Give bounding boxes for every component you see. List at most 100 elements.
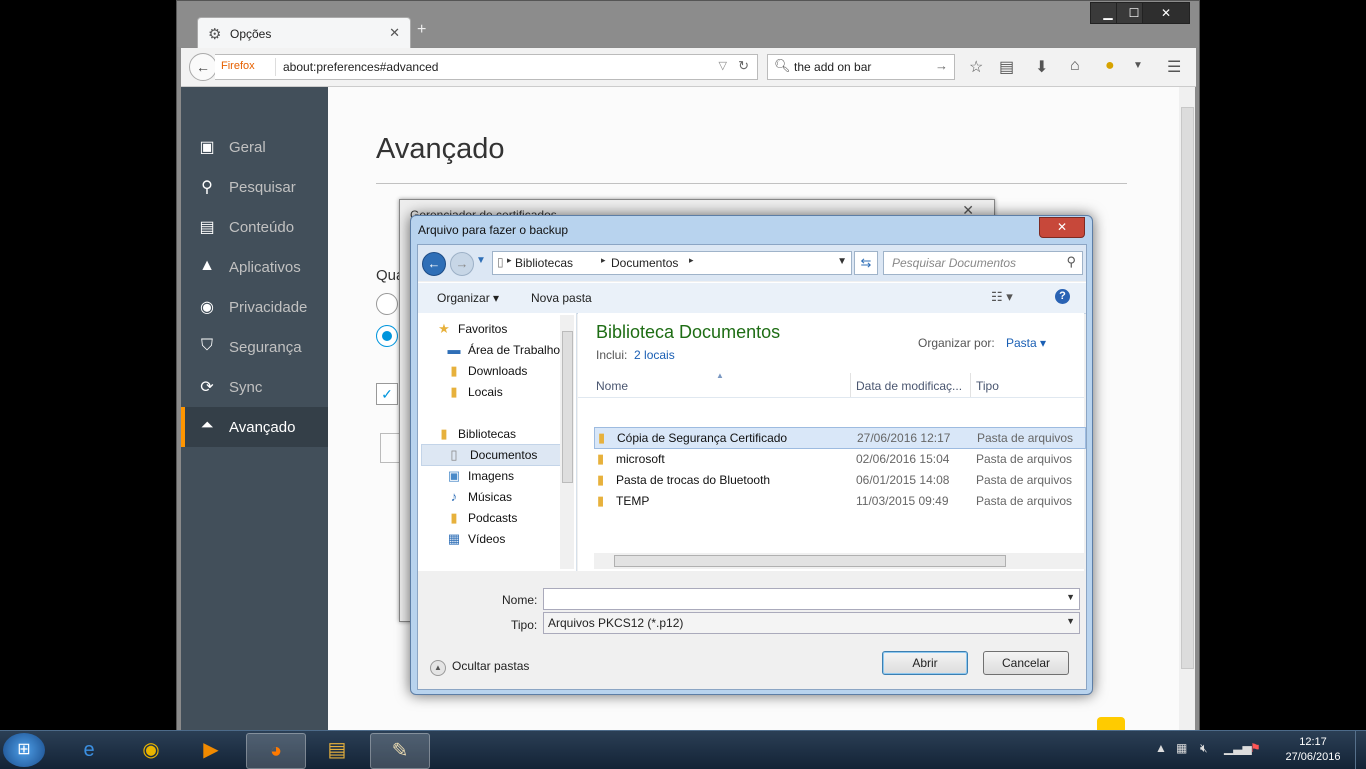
- back-button[interactable]: ←: [189, 53, 217, 81]
- network-signal-icon[interactable]: ▁▃▅: [1224, 741, 1252, 755]
- new-tab-icon[interactable]: +: [417, 21, 426, 39]
- radio-option-2[interactable]: [376, 325, 398, 347]
- breadcrumb-item[interactable]: Documentos: [611, 256, 678, 270]
- bookmark-star-icon[interactable]: ☆: [969, 57, 983, 77]
- arrange-by-dropdown[interactable]: Pasta ▾: [1006, 336, 1046, 350]
- chevron-down-icon[interactable]: ▼: [837, 256, 847, 267]
- sidebar-item-privacidade[interactable]: ◉ Privacidade: [181, 287, 328, 327]
- help-icon[interactable]: ?: [1055, 289, 1070, 304]
- sidebar-item-seguranca[interactable]: ⛉ Segurança: [181, 327, 328, 367]
- radio-option-1[interactable]: [376, 293, 398, 315]
- navigation-scrollbar[interactable]: [560, 315, 574, 569]
- library-title: Biblioteca Documentos: [596, 322, 781, 342]
- sidebar-item-avancado[interactable]: ⏶ Avançado: [181, 407, 328, 447]
- forward-arrow-icon[interactable]: →: [450, 252, 474, 276]
- file-row[interactable]: ▮ Cópia de Segurança Certificado 27/06/2…: [594, 427, 1086, 449]
- cancel-button[interactable]: Cancelar: [983, 651, 1069, 675]
- column-header-name[interactable]: Nome: [596, 379, 628, 393]
- extension-icon[interactable]: ●: [1105, 57, 1115, 75]
- paint-icon[interactable]: ✎: [370, 733, 430, 769]
- volume-muted-icon[interactable]: 🔇︎: [1200, 741, 1208, 756]
- start-button[interactable]: ⊞: [3, 733, 45, 767]
- file-type-select[interactable]: Arquivos PKCS12 (*.p12) ▼: [543, 612, 1080, 634]
- hide-folders-button[interactable]: ▲ Ocultar pastas: [430, 659, 529, 676]
- sidebar-item-pesquisar[interactable]: ⚲ Pesquisar: [181, 167, 328, 207]
- tree-item-documentos[interactable]: ▯ Documentos: [421, 444, 565, 466]
- chevron-down-icon[interactable]: ▼: [1066, 616, 1075, 626]
- explorer-folder-icon[interactable]: ▤: [308, 733, 366, 767]
- tree-label: Músicas: [468, 490, 513, 504]
- back-arrow-icon[interactable]: ←: [422, 252, 446, 276]
- search-input[interactable]: Pesquisar Documentos ⚲: [883, 251, 1083, 275]
- refresh-button[interactable]: ⇆: [854, 251, 878, 275]
- search-bar[interactable]: 🔍︎ the add on bar →: [767, 54, 955, 80]
- view-options-icon[interactable]: ☷ ▾: [991, 289, 1013, 305]
- page-title: Avançado: [376, 133, 505, 165]
- sidebar-item-sync[interactable]: ⟳ Sync: [181, 367, 328, 407]
- internet-explorer-icon[interactable]: e: [60, 733, 118, 767]
- scrollbar-thumb[interactable]: [562, 331, 573, 483]
- nav-toolbar: ← Firefox about:preferences#advanced ▽ ↻…: [181, 48, 1196, 87]
- breadcrumb[interactable]: ▯ ▸ Bibliotecas ▸ Documentos ▸ ▼: [492, 251, 852, 275]
- chevron-down-icon[interactable]: ▼: [1066, 592, 1075, 602]
- close-window-button[interactable]: ✕: [1142, 2, 1190, 24]
- column-header-type[interactable]: Tipo: [976, 379, 999, 393]
- new-folder-button[interactable]: Nova pasta: [531, 291, 592, 305]
- folder-location-icon: ▯: [497, 255, 504, 269]
- tree-favorites[interactable]: ★ Favoritos: [436, 319, 576, 339]
- scrollbar-thumb[interactable]: [1181, 107, 1194, 669]
- includes-link[interactable]: 2 locais: [634, 348, 675, 362]
- tree-libraries[interactable]: ▮ Bibliotecas: [436, 424, 576, 444]
- file-row[interactable]: ▮ Pasta de trocas do Bluetooth 06/01/201…: [594, 470, 1084, 490]
- history-dropdown-icon[interactable]: ▽: [719, 59, 727, 72]
- backup-file-dialog: Arquivo para fazer o backup ✕ ← → ▼ ▯ ▸ …: [410, 215, 1093, 695]
- show-desktop-button[interactable]: [1355, 731, 1366, 769]
- tab-strip: ⚙ Opções ✕ + ▁ ☐ ✕: [177, 1, 1199, 50]
- extension-dropdown-icon[interactable]: ▼: [1133, 60, 1143, 71]
- breadcrumb-chevron-icon[interactable]: ▸: [601, 255, 606, 266]
- recent-places-icon: ▮: [450, 384, 458, 399]
- file-name: microsoft: [616, 452, 665, 466]
- navigation-pane: ★ Favoritos ▬ Área de Trabalho ▮ Downloa…: [418, 313, 577, 571]
- column-header-date[interactable]: Data de modificaç...: [856, 379, 962, 393]
- sidebar-item-conteudo[interactable]: ▤ Conteúdo: [181, 207, 328, 247]
- search-go-icon[interactable]: →: [935, 58, 948, 73]
- scrollbar-thumb[interactable]: [614, 555, 1006, 567]
- tray-expand-icon[interactable]: ▲: [1155, 741, 1167, 755]
- tab-options[interactable]: ⚙ Opções ✕: [197, 17, 411, 50]
- column-divider[interactable]: [850, 373, 851, 397]
- recent-locations-icon[interactable]: ▼: [476, 255, 486, 266]
- reading-list-icon[interactable]: ▤: [999, 57, 1014, 77]
- menu-icon[interactable]: ☰: [1167, 57, 1181, 77]
- sidebar-item-aplicativos[interactable]: ▲ Aplicativos: [181, 247, 328, 287]
- downloads-icon[interactable]: ⬇: [1035, 57, 1048, 77]
- breadcrumb-item[interactable]: Bibliotecas: [515, 256, 573, 270]
- reload-icon[interactable]: ↻: [738, 58, 749, 74]
- system-clock[interactable]: 12:17 27/06/2016: [1272, 735, 1354, 765]
- breadcrumb-chevron-icon[interactable]: ▸: [507, 255, 512, 266]
- chevron-up-icon: ▲: [430, 660, 446, 676]
- home-icon[interactable]: ⌂: [1070, 57, 1080, 75]
- column-divider[interactable]: [970, 373, 971, 397]
- pictures-icon: ▣: [447, 468, 461, 483]
- checkbox-option[interactable]: ✓: [376, 383, 398, 405]
- tree-label: Favoritos: [458, 322, 508, 336]
- page-scrollbar[interactable]: [1179, 87, 1195, 733]
- network-alert-icon[interactable]: ⚑: [1250, 741, 1261, 755]
- firefox-icon[interactable]: ◕: [246, 733, 306, 769]
- file-name-field[interactable]: ▼: [543, 588, 1080, 610]
- tab-close-icon[interactable]: ✕: [389, 25, 400, 41]
- sidebar-item-geral[interactable]: ▣ Geral: [181, 127, 328, 167]
- file-row[interactable]: ▮ microsoft 02/06/2016 15:04 Pasta de ar…: [594, 449, 1084, 469]
- dialog-close-button[interactable]: ✕: [1039, 217, 1085, 238]
- partial-button[interactable]: [380, 433, 400, 463]
- url-bar[interactable]: Firefox about:preferences#advanced ▽ ↻: [215, 54, 758, 80]
- tray-app-icon[interactable]: ▦: [1176, 741, 1187, 755]
- organize-button[interactable]: Organizar ▾: [437, 291, 499, 305]
- breadcrumb-chevron-icon[interactable]: ▸: [689, 255, 694, 266]
- horizontal-scrollbar[interactable]: [594, 553, 1084, 569]
- chrome-icon[interactable]: ◉: [122, 733, 180, 767]
- file-row[interactable]: ▮ TEMP 11/03/2015 09:49 Pasta de arquivo…: [594, 491, 1084, 511]
- open-button[interactable]: Abrir: [882, 651, 968, 675]
- media-player-icon[interactable]: ▶: [182, 733, 240, 767]
